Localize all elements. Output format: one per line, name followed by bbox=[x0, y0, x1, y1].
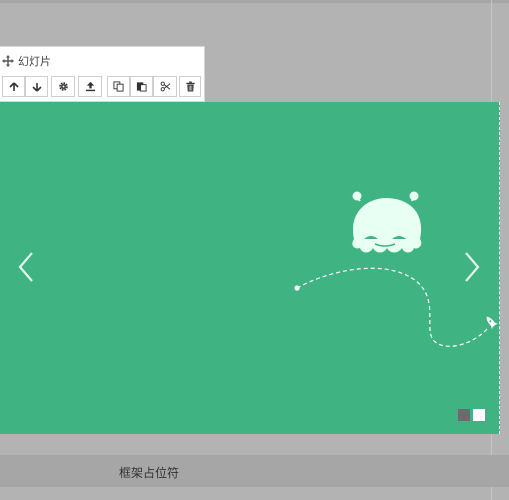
slide-indicator-1[interactable] bbox=[458, 409, 470, 421]
octopus-mascot-icon bbox=[352, 191, 422, 253]
rocket-icon bbox=[486, 316, 498, 330]
delete-button[interactable] bbox=[179, 76, 201, 97]
trash-icon bbox=[185, 81, 195, 92]
move-up-button[interactable] bbox=[2, 76, 25, 97]
slideshow-edit-panel: 幻灯片 bbox=[0, 46, 205, 102]
panel-title: 幻灯片 bbox=[18, 55, 51, 68]
copy-icon bbox=[113, 81, 124, 92]
frame-placeholder: 框架占位符 bbox=[0, 455, 509, 487]
slide-illustration bbox=[294, 191, 498, 347]
upload-icon bbox=[85, 81, 95, 92]
panel-header[interactable]: 幻灯片 bbox=[2, 53, 51, 69]
arrow-down-icon bbox=[31, 82, 42, 92]
slideshow bbox=[0, 102, 500, 434]
top-strip bbox=[0, 0, 509, 3]
paste-icon bbox=[136, 82, 147, 92]
upload-button[interactable] bbox=[78, 76, 102, 97]
dashed-trail bbox=[294, 267, 489, 347]
previous-slide-arrow[interactable] bbox=[16, 250, 36, 284]
copy-button[interactable] bbox=[107, 76, 130, 97]
arrow-up-icon bbox=[8, 81, 19, 91]
next-slide-arrow[interactable] bbox=[462, 250, 482, 284]
paste-button[interactable] bbox=[130, 76, 153, 97]
gear-icon bbox=[58, 82, 68, 91]
move-down-button[interactable] bbox=[25, 76, 48, 97]
cut-button[interactable] bbox=[153, 76, 177, 97]
scissors-icon bbox=[160, 81, 170, 92]
slide-indicator-2[interactable] bbox=[473, 409, 485, 421]
frame-placeholder-label: 框架占位符 bbox=[119, 466, 180, 480]
move-icon[interactable] bbox=[2, 55, 14, 67]
settings-button[interactable] bbox=[51, 76, 75, 97]
